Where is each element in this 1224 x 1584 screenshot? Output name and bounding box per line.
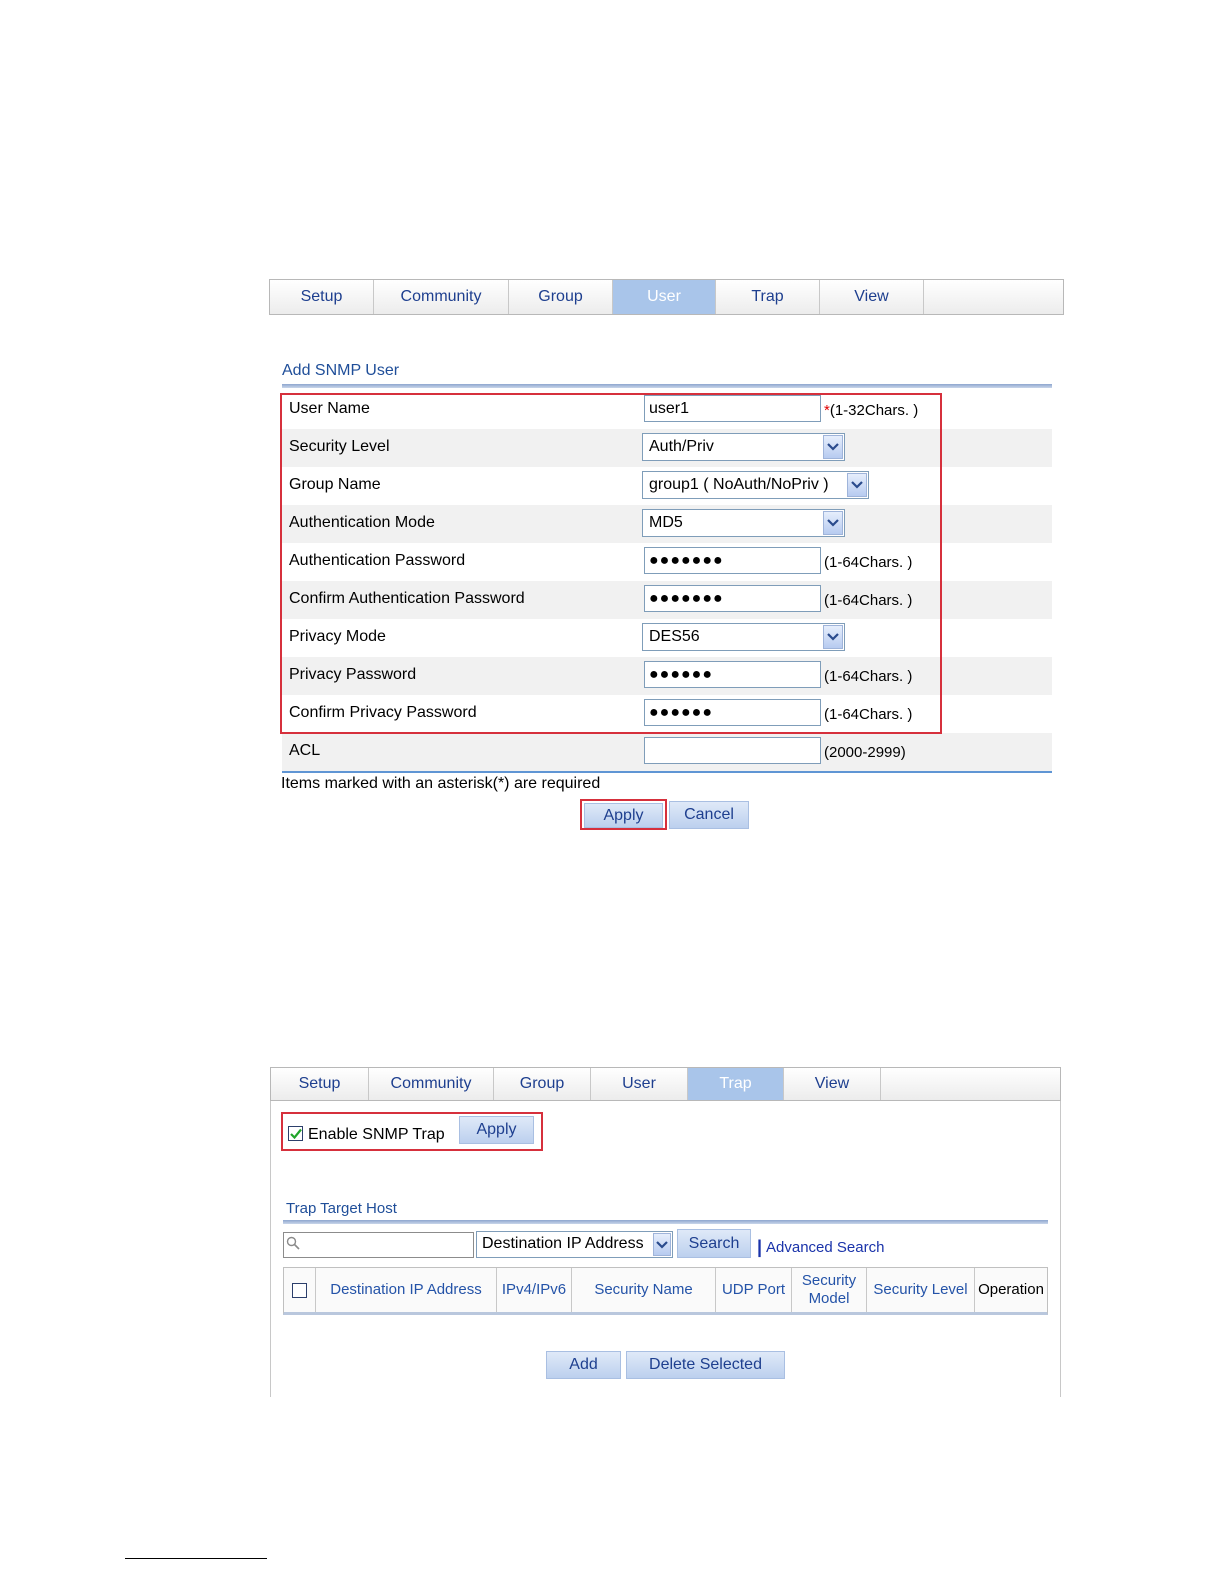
col-security-model[interactable]: Security Model [792, 1268, 867, 1312]
enable-snmp-trap-checkbox[interactable] [288, 1126, 303, 1141]
trap-target-table-header: Destination IP Address IPv4/IPv6 Securit… [283, 1267, 1048, 1315]
search-separator: | [757, 1237, 763, 1257]
search-icon [286, 1236, 300, 1250]
tab-setup[interactable]: Setup [270, 280, 374, 314]
advanced-search-link[interactable]: Advanced Search [766, 1239, 884, 1256]
tab-group[interactable]: Group [509, 280, 613, 314]
top-tab-bar: Setup Community Group User Trap View [269, 279, 1064, 315]
tab-setup[interactable]: Setup [271, 1068, 369, 1100]
enable-snmp-trap-label: Enable SNMP Trap [308, 1126, 445, 1143]
col-security-name[interactable]: Security Name [572, 1268, 716, 1312]
tab-trap[interactable]: Trap [688, 1068, 784, 1100]
search-input[interactable] [283, 1232, 474, 1258]
delete-selected-button[interactable]: Delete Selected [626, 1351, 785, 1379]
bottom-tab-bar: Setup Community Group User Trap View [270, 1067, 1061, 1101]
highlight-frame-apply [580, 799, 667, 830]
tab-community[interactable]: Community [374, 280, 509, 314]
chevron-down-icon [653, 1233, 671, 1256]
select-all-header [284, 1268, 316, 1312]
col-udp-port[interactable]: UDP Port [716, 1268, 792, 1312]
col-operation: Operation [978, 1281, 1044, 1298]
acl-hint: (2000-2999) [824, 744, 906, 761]
highlight-frame-fields [280, 393, 942, 734]
trap-apply-button[interactable]: Apply [459, 1116, 534, 1144]
tab-community[interactable]: Community [369, 1068, 494, 1100]
acl-input[interactable] [644, 737, 821, 764]
col-security-level[interactable]: Security Level [867, 1268, 975, 1312]
title-underline [282, 384, 1052, 388]
tab-group[interactable]: Group [494, 1068, 591, 1100]
required-note: Items marked with an asterisk(*) are req… [281, 775, 601, 792]
tab-user[interactable]: User [591, 1068, 688, 1100]
search-button[interactable]: Search [677, 1229, 751, 1258]
cancel-button[interactable]: Cancel [669, 801, 749, 829]
trap-target-host-title: Trap Target Host [286, 1200, 397, 1217]
acl-label: ACL [289, 742, 321, 759]
tab-trap[interactable]: Trap [716, 280, 820, 314]
row-acl: ACL (2000-2999) [282, 733, 1052, 771]
tab-filler [924, 280, 1063, 314]
col-destination-ip-address[interactable]: Destination IP Address [316, 1268, 497, 1312]
select-all-checkbox[interactable] [292, 1282, 307, 1298]
tab-user[interactable]: User [613, 280, 716, 314]
search-field-select[interactable]: Destination IP Address [476, 1231, 673, 1258]
tab-view[interactable]: View [784, 1068, 881, 1100]
add-snmp-user-title: Add SNMP User [282, 362, 400, 379]
tab-filler [881, 1068, 1060, 1100]
title-underline [283, 1220, 1048, 1224]
checkbox[interactable] [288, 1126, 303, 1141]
footnote-rule [125, 1558, 267, 1559]
col-ipv4-ipv6[interactable]: IPv4/IPv6 [497, 1268, 572, 1312]
form-bottom-line [282, 771, 1052, 773]
tab-view[interactable]: View [820, 280, 924, 314]
checkmark-icon [289, 1128, 302, 1139]
add-button[interactable]: Add [546, 1351, 621, 1379]
